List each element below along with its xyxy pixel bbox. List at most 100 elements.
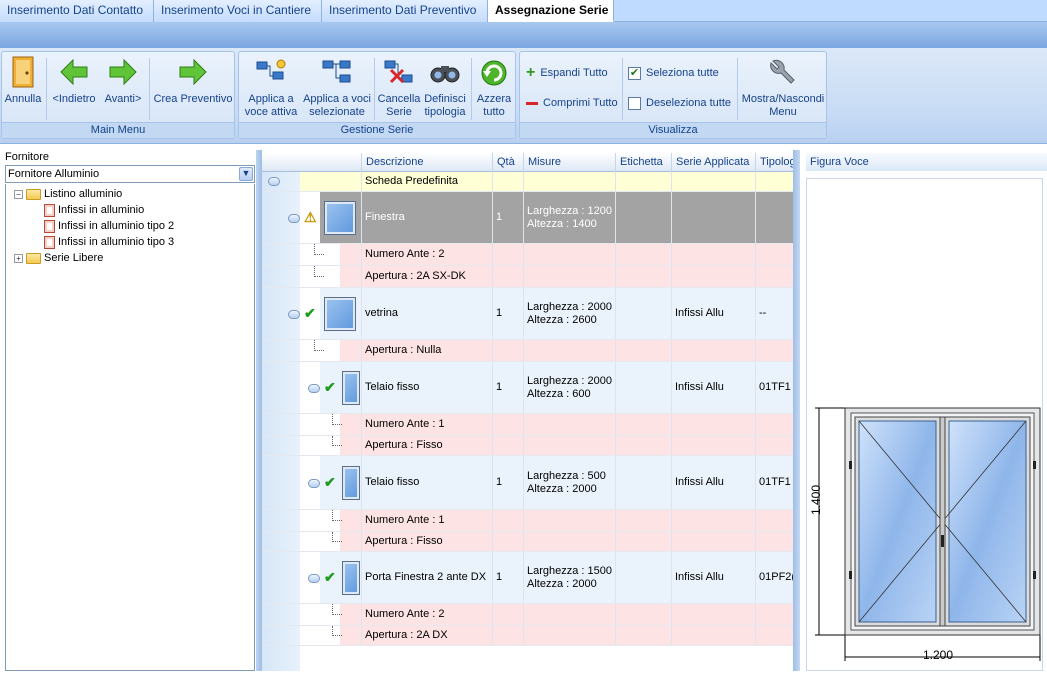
fornitore-tree: − Listino alluminio Infissi in alluminio…: [5, 184, 255, 671]
tab-inserimento-dati-preventivo[interactable]: Inserimento Dati Preventivo: [322, 0, 488, 22]
indietro-button[interactable]: <Indietro: [50, 54, 98, 122]
cell-descrizione: Porta Finestra 2 ante DX: [361, 552, 492, 603]
tab-inserimento-voci-cantiere[interactable]: Inserimento Voci in Cantiere: [154, 0, 322, 22]
table-row[interactable]: Apertura : Nulla: [262, 340, 793, 362]
descrizione-text: vetrina: [365, 307, 399, 319]
collapse-icon[interactable]: [268, 177, 280, 186]
cell: [671, 510, 755, 531]
cell: [492, 626, 523, 645]
table-row[interactable]: ✔ Telaio fisso 1 Larghezza : 500 Altezza : 2…: [262, 456, 793, 510]
col-descrizione[interactable]: Descrizione: [361, 153, 492, 172]
collapse-icon[interactable]: [288, 214, 300, 223]
wrench-icon: [766, 56, 800, 88]
table-row[interactable]: Numero Ante : 1: [262, 414, 793, 436]
definisci-tipologia-button[interactable]: Definisci tipologia: [422, 54, 468, 122]
table-row[interactable]: ⚠ Finestra 1 Larghezza : 1200 Altezza : 1400: [262, 192, 793, 244]
seleziona-tutte-button[interactable]: ✔ Seleziona tutte: [628, 62, 719, 84]
avanti-button[interactable]: Avanti>: [100, 54, 146, 122]
mostra-nascondi-menu-button[interactable]: Mostra/Nascondi Menu: [740, 54, 826, 122]
collapse-icon[interactable]: [308, 384, 320, 393]
tree-connector: [332, 626, 342, 636]
cell-descrizione: Scheda Predefinita: [361, 172, 492, 191]
cell: [671, 340, 755, 361]
cancella-serie-button[interactable]: Cancella Serie: [377, 54, 421, 122]
comprimi-tutto-button[interactable]: Comprimi Tutto: [526, 92, 618, 114]
table-row[interactable]: Apertura : 2A SX-DK: [262, 266, 793, 288]
chevron-down-icon[interactable]: ▼: [239, 167, 253, 181]
check-icon: ✔: [324, 474, 336, 490]
cell: --: [755, 288, 793, 339]
cell: Larghezza : 1200 Altezza : 1400: [523, 192, 615, 243]
table-row[interactable]: ✔ vetrina 1 Larghezza : 2000 Altezza : 2600 I…: [262, 288, 793, 340]
table-row[interactable]: Numero Ante : 1: [262, 510, 793, 532]
applica-voce-attiva-button[interactable]: Applica a voce attiva: [241, 54, 301, 122]
arrow-right-icon: [106, 56, 140, 88]
cell: [523, 414, 615, 435]
cell: [671, 436, 755, 455]
descrizione-text: Telaio fisso: [365, 381, 420, 393]
table-row[interactable]: Numero Ante : 2: [262, 604, 793, 626]
espandi-tutto-button[interactable]: + Espandi Tutto: [526, 62, 608, 84]
tip-text: 01TF1: [759, 476, 791, 488]
window-thumbnail-icon: [342, 466, 360, 500]
table-row[interactable]: Apertura : 2A DX: [262, 626, 793, 646]
cell-descrizione: Apertura : Nulla: [361, 340, 492, 361]
cell: 1: [492, 288, 523, 339]
collapse-icon[interactable]: [308, 574, 320, 583]
cell: [671, 244, 755, 265]
tab-inserimento-dati-contatto[interactable]: Inserimento Dati Contatto: [0, 0, 154, 22]
check-icon: ✔: [304, 305, 316, 321]
tree-node-listino[interactable]: − Listino alluminio: [14, 186, 122, 202]
deseleziona-tutte-button[interactable]: Deseleziona tutte: [628, 92, 731, 114]
misure-text: Larghezza : 2000: [527, 374, 613, 387]
tab-assegnazione-serie[interactable]: Assegnazione Serie: [488, 0, 614, 22]
cell-descrizione: Apertura : Fisso: [361, 532, 492, 551]
serie-text: Infissi Allu: [675, 381, 724, 393]
cell-descrizione: Apertura : 2A SX-DK: [361, 266, 492, 287]
col-tipologia[interactable]: Tipolog: [755, 153, 793, 172]
descrizione-text: Apertura : Fisso: [365, 535, 443, 547]
cell: [615, 244, 671, 265]
table-row[interactable]: ✔ Telaio fisso 1 Larghezza : 2000 Altezza : …: [262, 362, 793, 414]
splitter-right[interactable]: [793, 150, 800, 671]
tree-node-serie-libere[interactable]: + Serie Libere: [14, 250, 103, 266]
col-etichetta[interactable]: Etichetta: [615, 153, 671, 172]
cell-descrizione: Numero Ante : 1: [361, 510, 492, 531]
col-misure[interactable]: Misure: [523, 153, 615, 172]
table-row[interactable]: Apertura : Fisso: [262, 532, 793, 552]
group-gestione-serie: Applica a voce attiva Applica a voci sel…: [238, 51, 516, 139]
window-thumbnail-icon: [342, 371, 360, 405]
table-row[interactable]: Apertura : Fisso: [262, 436, 793, 456]
binoculars-icon: [428, 56, 462, 88]
table-row[interactable]: Numero Ante : 2: [262, 244, 793, 266]
cell-descrizione: Numero Ante : 2: [361, 244, 492, 265]
cell: [671, 532, 755, 551]
checkbox-checked-icon: ✔: [628, 66, 641, 80]
fornitore-combo[interactable]: Fornitore Alluminio ▼: [5, 165, 255, 183]
collapse-icon[interactable]: −: [14, 189, 23, 199]
tree-node-infissi-2[interactable]: Infissi in alluminio tipo 2: [44, 218, 174, 234]
expand-icon[interactable]: +: [14, 253, 23, 263]
cell: Larghezza : 2000 Altezza : 2600: [523, 288, 615, 339]
tree-node-infissi[interactable]: Infissi in alluminio: [44, 202, 144, 218]
cell-descrizione: Numero Ante : 2: [361, 604, 492, 625]
azzera-tutto-button[interactable]: Azzera tutto: [474, 54, 514, 122]
collapse-icon[interactable]: [288, 310, 300, 319]
table-row[interactable]: ✔ Porta Finestra 2 ante DX 1 Larghezza : 15…: [262, 552, 793, 604]
divider: [622, 58, 623, 120]
cell: [523, 266, 615, 287]
tree-node-infissi-3[interactable]: Infissi in alluminio tipo 3: [44, 234, 174, 250]
divider: [46, 58, 47, 120]
annulla-button[interactable]: Annulla: [4, 54, 42, 122]
applica-voci-selezionate-button[interactable]: Applica a voci selezionate: [303, 54, 371, 122]
table-row[interactable]: Scheda Predefinita: [262, 172, 793, 192]
figura-voce-title: Figura Voce: [806, 153, 1047, 171]
crea-preventivo-button[interactable]: Crea Preventivo: [152, 54, 234, 122]
tree-apply-icon: [254, 56, 288, 88]
col-qta[interactable]: Qtà: [492, 153, 523, 172]
catalog-icon: [44, 219, 55, 233]
cell: [671, 604, 755, 625]
cell: [492, 172, 523, 191]
collapse-icon[interactable]: [308, 479, 320, 488]
col-serie-applicata[interactable]: Serie Applicata: [671, 153, 755, 172]
